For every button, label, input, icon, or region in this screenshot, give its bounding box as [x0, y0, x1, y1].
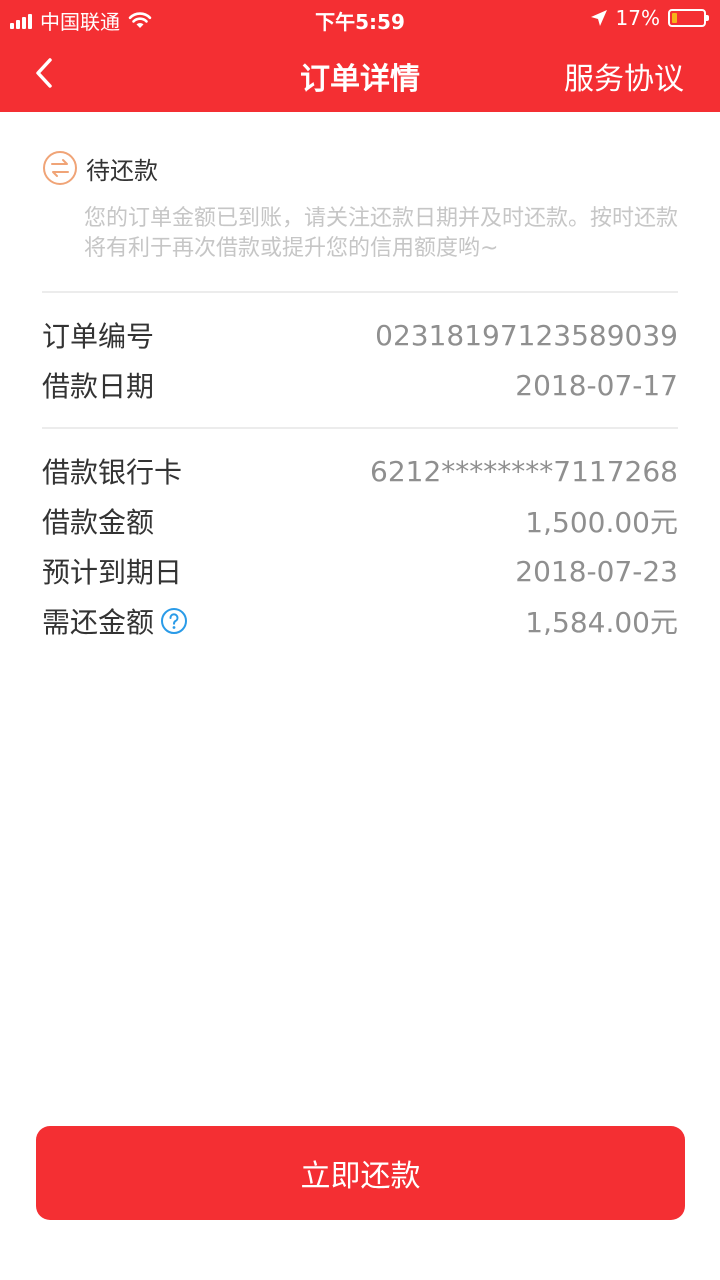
repay-amount-value: 1,584.00元	[525, 606, 678, 639]
repay-now-button[interactable]: 立即还款	[36, 1126, 685, 1220]
nav-bar: 订单详情 服务协议	[0, 36, 720, 112]
order-number-value: 0231819712358903​9	[375, 318, 678, 352]
exchange-icon	[43, 151, 77, 185]
loan-amount-row: 借款金额 1,500.00元	[42, 501, 678, 541]
loan-date-row: 借款日期 2018-07-17	[42, 365, 678, 405]
battery-fill	[672, 13, 677, 23]
battery-percent: 17%	[615, 6, 660, 30]
loan-amount-label: 借款金额	[42, 506, 155, 539]
loan-amount-value: 1,500.00元	[525, 506, 678, 539]
due-date-label: 预计到期日	[42, 556, 183, 589]
divider	[42, 427, 678, 429]
help-icon[interactable]	[160, 607, 188, 635]
divider	[42, 291, 678, 293]
status-label: 待还款	[86, 156, 158, 185]
order-status: 待还款	[42, 150, 158, 186]
status-notice: 您的订单金额已到账，请关注还款日期并及时还款。按时还款将有利于再次借款或提升您的…	[84, 206, 679, 261]
repay-amount-row: 需还金额 1,584.00元	[42, 601, 678, 641]
battery-icon	[668, 9, 709, 27]
status-bar: 中国联通 下午5:59 17%	[0, 0, 720, 36]
loan-date-value: 2018-07-17	[515, 368, 678, 402]
repay-amount-label-wrap: 需还金额	[42, 601, 188, 641]
due-date-row: 预计到期日 2018-07-23	[42, 551, 678, 591]
top-bar: 中国联通 下午5:59 17% 订单详情 服务协议	[0, 0, 720, 112]
order-number-row: 订单编号 0231819712358903​9	[42, 315, 678, 355]
due-date-value: 2018-07-23	[515, 554, 678, 588]
bank-card-value: 6212********7117268	[370, 454, 678, 488]
repay-amount-label: 需还金额	[42, 606, 155, 639]
bank-card-label: 借款银行卡	[42, 456, 183, 489]
location-arrow-icon	[590, 10, 607, 26]
loan-date-label: 借款日期	[42, 370, 155, 403]
order-number-label: 订单编号	[42, 320, 155, 353]
bank-card-row: 借款银行卡 6212********7117268	[42, 451, 678, 491]
service-agreement-link[interactable]: 服务协议	[564, 54, 684, 98]
